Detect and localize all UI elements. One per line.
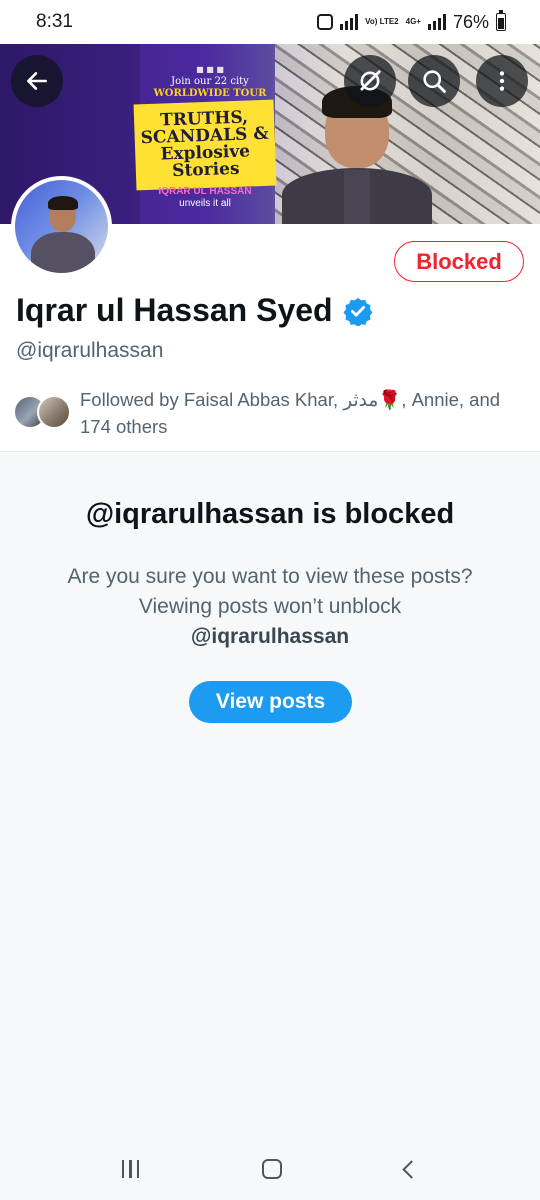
banner-byline: IQRAR UL HASSAN unveils it all (140, 186, 270, 210)
banner-person-image (282, 86, 432, 224)
system-back-button[interactable] (402, 1159, 422, 1179)
battery-icon (496, 10, 506, 31)
blocked-panel (0, 452, 540, 1138)
blocked-description-text: Are you sure you want to view these post… (67, 565, 473, 618)
banner-tour-highlight: WORLDWIDE TOUR (153, 88, 267, 99)
blocked-description: Are you sure you want to view these post… (60, 562, 480, 652)
view-posts-button[interactable]: View posts (189, 681, 352, 723)
followers-avatars (13, 395, 75, 429)
followed-by[interactable]: Followed by Faisal Abbas Khar, مدثر🌹, An… (13, 386, 523, 440)
followed-by-text: Followed by Faisal Abbas Khar, مدثر🌹, An… (80, 389, 501, 437)
blocked-title: @iqrarulhassan is blocked (85, 498, 455, 530)
signal-icon (340, 14, 359, 30)
banner-byline-name: IQRAR UL HASSAN (158, 186, 252, 197)
verified-badge-icon[interactable] (343, 296, 373, 326)
banner-byline-text: unveils it all (179, 198, 231, 209)
status-bar: 8:31 Vo) LTE2 4G+ 76% (0, 0, 540, 44)
system-nav-bar (0, 1138, 540, 1200)
blocked-description-handle: @iqrarulhassan (190, 625, 350, 648)
blocked-button[interactable]: Blocked (394, 241, 524, 282)
follower-avatar (37, 395, 71, 429)
recents-button[interactable] (121, 1160, 140, 1178)
grok-icon (360, 70, 381, 91)
status-icons: Vo) LTE2 4G+ 76% (317, 10, 506, 33)
alarm-icon (317, 14, 334, 30)
flags-icon: ■ ■ ■ (196, 65, 224, 74)
back-button[interactable] (11, 55, 63, 107)
search-button[interactable] (408, 55, 460, 107)
volte-label: Vo) LTE2 (365, 17, 399, 26)
banner-tour-line: Join our 22 city (171, 76, 249, 87)
signal-icon-2 (427, 14, 446, 30)
profile-name: Iqrar ul Hassan Syed (16, 292, 333, 328)
profile-handle: @iqrarulhassan (16, 339, 164, 362)
network-type-label: 4G+ (405, 17, 421, 26)
banner-tour-text: ■ ■ ■ Join our 22 city WORLDWIDE TOUR (150, 64, 270, 100)
banner-headline: TRUTHS, SCANDALS & Explosive Stories (133, 99, 277, 191)
search-icon (423, 70, 446, 93)
profile-name-row: Iqrar ul Hassan Syed (16, 292, 373, 329)
status-time: 8:31 (36, 11, 73, 32)
home-button[interactable] (262, 1159, 283, 1179)
more-button[interactable] (476, 55, 528, 107)
avatar[interactable] (11, 176, 112, 277)
battery-level (498, 18, 504, 29)
battery-percent: 76% (452, 11, 489, 32)
arrow-left-icon (27, 72, 47, 90)
more-vertical-icon (499, 71, 505, 91)
grok-button[interactable] (344, 55, 396, 107)
